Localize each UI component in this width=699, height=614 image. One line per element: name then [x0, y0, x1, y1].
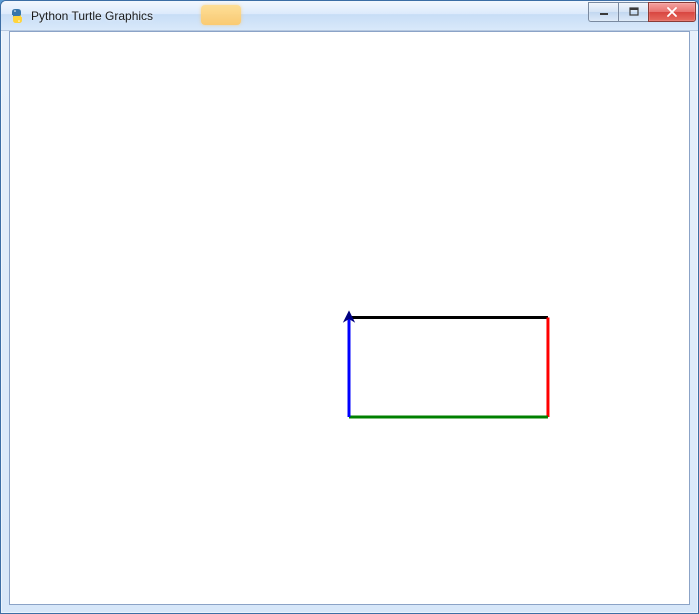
- window-title: Python Turtle Graphics: [31, 9, 588, 23]
- app-window: Python Turtle Graphics: [0, 0, 699, 614]
- maximize-button[interactable]: [618, 2, 648, 22]
- close-button[interactable]: [648, 2, 696, 22]
- python-icon: [9, 8, 25, 24]
- titlebar[interactable]: Python Turtle Graphics: [1, 1, 698, 31]
- turtle-drawing: [10, 32, 689, 604]
- turtle-canvas: [10, 32, 689, 604]
- taskbar-tab-highlight: [201, 5, 241, 25]
- minimize-button[interactable]: [588, 2, 618, 22]
- client-area: [9, 31, 690, 605]
- window-controls: [588, 2, 696, 22]
